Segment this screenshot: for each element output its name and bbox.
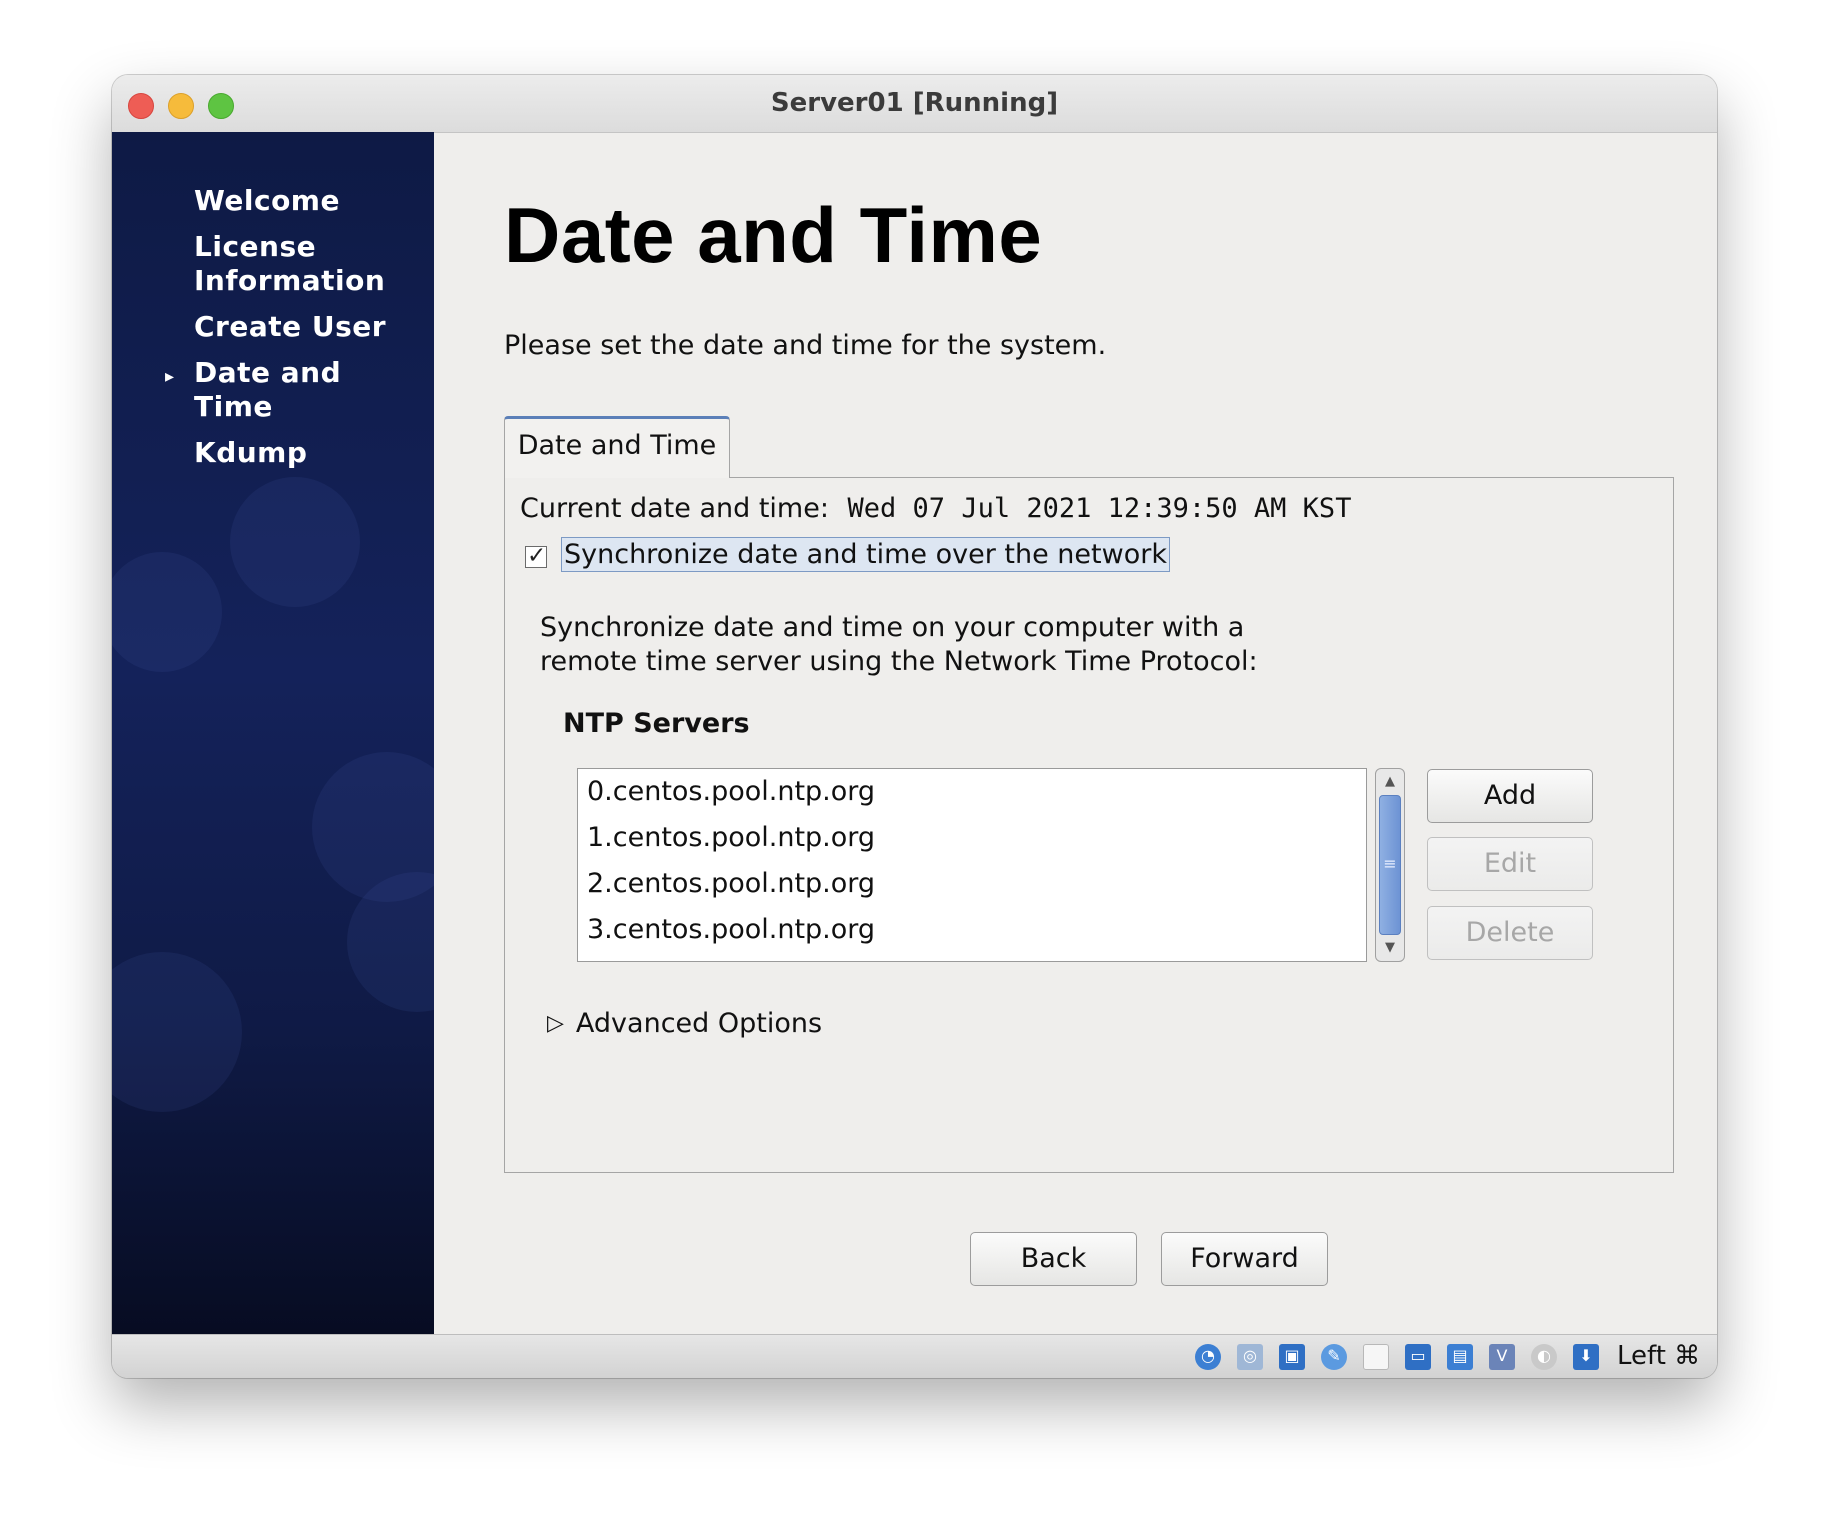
- edit-server-button[interactable]: Edit: [1427, 837, 1593, 891]
- virtualization-icon[interactable]: V: [1489, 1344, 1515, 1370]
- scroll-down-arrow-icon[interactable]: ▼: [1376, 935, 1404, 961]
- keyboard-capture-icon[interactable]: ⬇: [1573, 1344, 1599, 1370]
- optical-drive-icon[interactable]: ◎: [1237, 1344, 1263, 1370]
- delete-server-button[interactable]: Delete: [1427, 906, 1593, 960]
- tab-panel: Current date and time: Wed 07 Jul 2021 1…: [504, 477, 1674, 1173]
- scroll-up-arrow-icon[interactable]: ▲: [1376, 769, 1404, 795]
- sidebar-item-create-user: Create User: [194, 310, 387, 343]
- vm-status-bar: ◔ ◎ ▣ ✎ ▭ ▤ V ◐ ⬇ Left ⌘: [112, 1334, 1717, 1378]
- decorative-bubble: [112, 952, 242, 1112]
- advanced-options-label: Advanced Options: [575, 1008, 823, 1039]
- video-capture-icon[interactable]: ▤: [1447, 1344, 1473, 1370]
- main-content: Date and Time Please set the date and ti…: [434, 132, 1717, 1334]
- list-item[interactable]: 1.centos.pool.ntp.org: [578, 815, 1366, 861]
- scrollbar-thumb[interactable]: ≡: [1379, 795, 1401, 935]
- tab-date-and-time[interactable]: Date and Time: [504, 416, 730, 478]
- back-button[interactable]: Back: [970, 1232, 1137, 1286]
- ntp-list-scrollbar[interactable]: ▲ ≡ ▼: [1375, 768, 1405, 962]
- title-bar: Server01 [Running]: [112, 75, 1717, 133]
- list-item[interactable]: 0.centos.pool.ntp.org: [578, 769, 1366, 815]
- list-item[interactable]: 2.centos.pool.ntp.org: [578, 861, 1366, 907]
- forward-button[interactable]: Forward: [1161, 1232, 1328, 1286]
- advanced-options-expander[interactable]: ▷ Advanced Options: [547, 1008, 822, 1039]
- ntp-servers-heading: NTP Servers: [563, 708, 750, 739]
- sidebar-item-welcome: Welcome: [194, 184, 340, 217]
- decorative-bubble: [112, 552, 222, 672]
- current-step-arrow-icon: ▸: [165, 366, 175, 387]
- sidebar-item-license-information: License Information: [194, 230, 386, 297]
- page-title: Date and Time: [504, 191, 1043, 279]
- shared-folders-icon[interactable]: [1363, 1344, 1389, 1370]
- mouse-integration-icon[interactable]: ◐: [1531, 1344, 1557, 1370]
- hard-disk-icon[interactable]: ◔: [1195, 1344, 1221, 1370]
- page-intro: Please set the date and time for the sys…: [504, 330, 1107, 361]
- sidebar-item-date-and-time: ▸ Date and Time: [165, 356, 414, 424]
- window-title: Server01 [Running]: [770, 88, 1059, 118]
- decorative-bubble: [230, 477, 360, 607]
- setup-steps-sidebar: Welcome License Information Create User …: [112, 132, 434, 1334]
- add-server-button[interactable]: Add: [1427, 769, 1593, 823]
- sidebar-item-label: Date and Time: [194, 356, 342, 423]
- list-item[interactable]: 3.centos.pool.ntp.org: [578, 907, 1366, 953]
- network-icon[interactable]: ▣: [1279, 1344, 1305, 1370]
- display-icon[interactable]: ▭: [1405, 1344, 1431, 1370]
- sync-network-label[interactable]: Synchronize date and time over the netwo…: [561, 537, 1170, 572]
- sync-network-checkbox[interactable]: ✓: [525, 543, 547, 569]
- expander-triangle-icon: ▷: [547, 1011, 564, 1036]
- ntp-server-list[interactable]: 0.centos.pool.ntp.org 1.centos.pool.ntp.…: [577, 768, 1367, 962]
- checkmark-icon: ✓: [527, 543, 547, 569]
- host-key-indicator[interactable]: Left ⌘: [1617, 1341, 1700, 1371]
- current-datetime-label: Current date and time:: [520, 493, 829, 524]
- ntp-description: Synchronize date and time on your comput…: [540, 612, 1258, 677]
- setup-steps-list: Welcome License Information Create User …: [165, 184, 414, 482]
- usb-icon[interactable]: ✎: [1321, 1344, 1347, 1370]
- sidebar-item-kdump: Kdump: [194, 436, 308, 469]
- current-datetime: Current date and time: Wed 07 Jul 2021 1…: [520, 493, 1351, 524]
- vm-window: Server01 [Running] Welcome License Infor…: [112, 75, 1717, 1378]
- current-datetime-value: Wed 07 Jul 2021 12:39:50 AM KST: [847, 493, 1352, 524]
